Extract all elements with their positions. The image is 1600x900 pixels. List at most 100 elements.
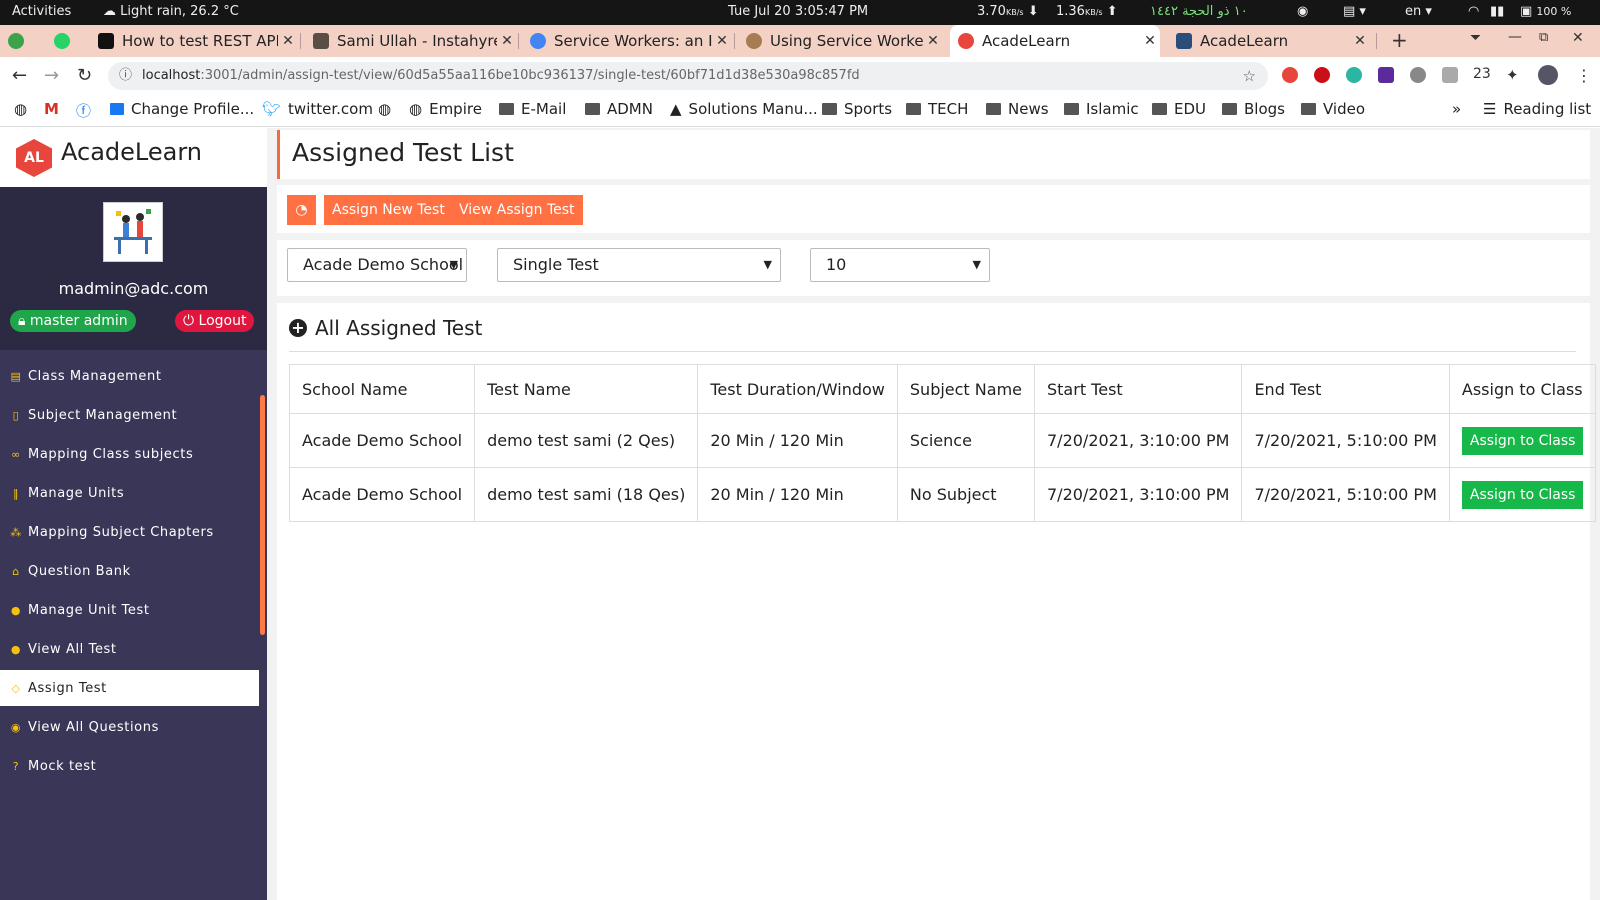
- bookmark-sports[interactable]: Sports: [822, 100, 892, 118]
- extension-badge-icon[interactable]: [1378, 67, 1394, 83]
- browser-menu-icon[interactable]: ⋮: [1576, 66, 1592, 85]
- bookmark-blogs[interactable]: Blogs: [1222, 100, 1285, 118]
- assign-to-class-button[interactable]: Assign to Class: [1461, 426, 1584, 455]
- wifi-icon[interactable]: ◠: [1468, 4, 1479, 19]
- new-tab-icon[interactable]: +: [1391, 28, 1408, 52]
- forward-icon[interactable]: →: [44, 65, 59, 86]
- sidebar-item-mapping-subject-chapters[interactable]: ⁂ Mapping Subject Chapters: [0, 514, 259, 550]
- folder-icon: [1152, 103, 1167, 115]
- role-badge: 🔒︎ master admin: [10, 310, 136, 332]
- plus-circle-icon[interactable]: +: [289, 319, 307, 337]
- bookmark-tech[interactable]: TECH: [906, 100, 968, 118]
- test-type-select[interactable]: Single Test ▼: [497, 248, 781, 282]
- tab-rest-api[interactable]: How to test REST API v ✕: [90, 25, 298, 57]
- assign-new-test-button[interactable]: Assign New Test: [324, 195, 453, 225]
- close-icon[interactable]: ✕: [1350, 33, 1370, 49]
- bug-icon[interactable]: [1410, 67, 1426, 83]
- reading-list-icon: ☰: [1483, 100, 1497, 118]
- tab-using-service-workers[interactable]: Using Service Workers ✕: [738, 25, 943, 57]
- end-cell: 7/20/2021, 5:10:00 PM: [1241, 467, 1450, 522]
- tab-instahyre[interactable]: Sami Ullah - Instahyre ✕: [305, 25, 517, 57]
- back-icon[interactable]: ←: [12, 65, 27, 86]
- clock[interactable]: Tue Jul 20 3:05:47 PM: [728, 4, 868, 19]
- profile-avatar-icon[interactable]: [1538, 65, 1558, 85]
- close-icon[interactable]: ✕: [278, 33, 298, 49]
- sidebar-item-manage-unit-test[interactable]: ● Manage Unit Test: [0, 592, 259, 628]
- sidebar-item-view-all-questions[interactable]: ◉ View All Questions: [0, 709, 259, 745]
- bookmark-islamic[interactable]: Islamic: [1064, 100, 1139, 118]
- school-select[interactable]: Acade Demo School ▼: [287, 248, 467, 282]
- close-icon[interactable]: ✕: [923, 33, 943, 49]
- more-bookmarks-icon[interactable]: »: [1452, 100, 1461, 118]
- folder-icon: [1301, 103, 1316, 115]
- bookmark-video[interactable]: Video: [1301, 100, 1365, 118]
- page-size-select[interactable]: 10 ▼: [810, 248, 990, 282]
- logout-button[interactable]: ⏻ Logout: [175, 310, 255, 332]
- tab-acadelearn[interactable]: AcadeLearn ✕: [1168, 25, 1370, 57]
- face-icon: ●: [10, 603, 22, 617]
- battery-indicator[interactable]: ▣ 100 %: [1520, 4, 1571, 19]
- gmail-icon[interactable]: M: [44, 100, 59, 118]
- tab-search-icon[interactable]: ⏷: [1470, 30, 1481, 46]
- tab-acadelearn-active[interactable]: AcadeLearn ✕: [950, 25, 1160, 57]
- close-icon[interactable]: ✕: [712, 33, 732, 49]
- bookmark-star-icon[interactable]: ☆: [1243, 62, 1256, 90]
- bookmark-empire[interactable]: ◍ Empire: [409, 100, 482, 118]
- camera-icon[interactable]: [1442, 67, 1458, 83]
- sidebar-item-mapping-class-subjects[interactable]: ∞ Mapping Class subjects: [0, 436, 259, 472]
- facebook-icon: [110, 103, 124, 115]
- sidebar-item-mock-test[interactable]: ? Mock test: [0, 748, 259, 784]
- dashboard-button[interactable]: ◔: [287, 195, 316, 225]
- sidebar-scrollbar[interactable]: [260, 395, 265, 635]
- reading-list-button[interactable]: ☰ Reading list: [1483, 100, 1591, 118]
- adblock-icon[interactable]: [1282, 67, 1298, 83]
- tab-service-workers[interactable]: Service Workers: an In ✕: [522, 25, 732, 57]
- bookmark-admn[interactable]: ADMN: [585, 100, 653, 118]
- close-icon[interactable]: ✕: [497, 33, 517, 49]
- bookmark-solutions[interactable]: ▲ Solutions Manu...: [670, 100, 818, 118]
- lock-icon: 🔒︎: [18, 313, 30, 329]
- assign-to-class-button[interactable]: Assign to Class: [1461, 480, 1584, 509]
- opera-icon[interactable]: [1314, 67, 1330, 83]
- sidebar-item-question-bank[interactable]: ⌂ Question Bank: [0, 553, 259, 589]
- app-brand[interactable]: AL AcadeLearn: [0, 128, 267, 187]
- action-cell: Assign to Class: [1448, 467, 1597, 522]
- bookmark-edu[interactable]: EDU: [1152, 100, 1206, 118]
- reload-icon[interactable]: ↻: [77, 65, 92, 86]
- bookmark-globe-icon[interactable]: ◍: [14, 100, 27, 118]
- view-assign-test-button[interactable]: View Assign Test: [451, 195, 583, 225]
- volume-icon[interactable]: ▮▮: [1490, 4, 1504, 19]
- language-selector[interactable]: en ▾: [1405, 4, 1432, 19]
- column-header: School Name: [288, 364, 476, 414]
- bookmark-change-profile[interactable]: Change Profile...: [110, 100, 254, 118]
- activities-button[interactable]: Activities: [12, 4, 71, 19]
- sidebar-item-view-all-test[interactable]: ● View All Test: [0, 631, 259, 667]
- bookmark-news[interactable]: News: [986, 100, 1049, 118]
- chevron-down-icon: ▼: [449, 258, 458, 271]
- bookmark-email[interactable]: E-Mail: [499, 100, 566, 118]
- sidebar-item-assign-test[interactable]: ◇ Assign Test: [0, 670, 259, 706]
- address-bar[interactable]: ⓘ localhost:3001/admin/assign-test/view/…: [108, 62, 1268, 90]
- whatsapp-tab[interactable]: [46, 25, 86, 57]
- close-icon[interactable]: ✕: [1140, 33, 1160, 49]
- bookmark-globe-icon[interactable]: ◍: [378, 100, 391, 118]
- maximize-icon[interactable]: ⧉: [1539, 30, 1548, 45]
- info-icon[interactable]: ⓘ: [119, 62, 132, 90]
- extension-count[interactable]: 23: [1473, 66, 1491, 82]
- bookmarks-bar: ◍ M ⓕ Change Profile... 🐦︎ twitter.com ◍ …: [0, 95, 1600, 127]
- facebook-icon[interactable]: ⓕ: [76, 100, 91, 121]
- camera-tray-icon[interactable]: ◉: [1297, 4, 1308, 19]
- sidebar-item-subject-management[interactable]: ▯ Subject Management: [0, 397, 259, 433]
- clipboard-tray-icon[interactable]: ▤ ▾: [1343, 4, 1366, 19]
- minimize-icon[interactable]: —: [1508, 29, 1522, 45]
- extensions-puzzle-icon[interactable]: ✦: [1506, 66, 1519, 84]
- sidebar-item-class-management[interactable]: ▤ Class Management: [0, 358, 259, 394]
- pinned-tab[interactable]: [0, 25, 46, 57]
- tab-favicon-icon: [958, 33, 974, 49]
- code-extension-icon[interactable]: [1346, 67, 1362, 83]
- sidebar-item-manage-units[interactable]: ‖ Manage Units: [0, 475, 259, 511]
- bookmark-twitter[interactable]: 🐦︎ twitter.com: [262, 100, 373, 118]
- subject-cell: Science: [896, 413, 1036, 468]
- close-window-icon[interactable]: ✕: [1572, 30, 1584, 46]
- weather-indicator[interactable]: ☁ Light rain, 26.2 °C: [103, 4, 239, 19]
